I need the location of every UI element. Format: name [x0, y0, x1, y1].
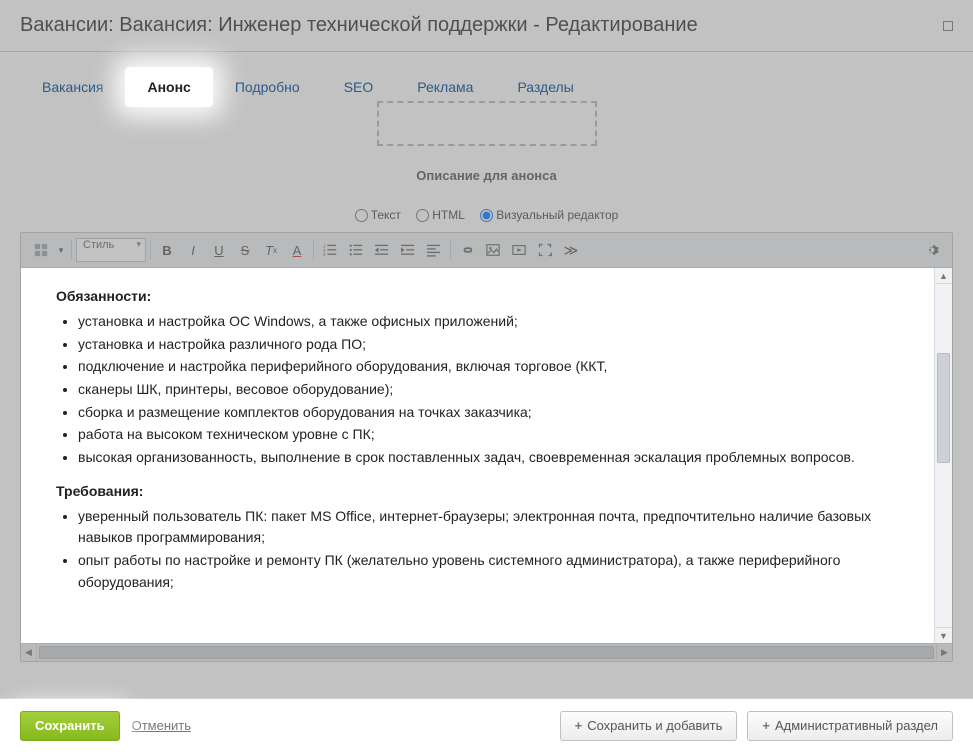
list-item: сборка и размещение комплектов оборудова… — [78, 402, 917, 424]
tab-ads[interactable]: Реклама — [395, 67, 495, 107]
scroll-thumb[interactable] — [937, 353, 950, 463]
editor-toolbar: ▾ Стиль B I U S Tx A 123 — [21, 233, 952, 268]
tab-seo[interactable]: SEO — [322, 67, 396, 107]
settings-icon[interactable] — [920, 238, 944, 262]
list-item: сканеры ШК, принтеры, весовое оборудован… — [78, 379, 917, 401]
list-item: подключение и настройка периферийного об… — [78, 356, 917, 378]
list-item: опыт работы по настройке и ремонту ПК (ж… — [78, 550, 917, 593]
svg-text:3: 3 — [323, 252, 326, 257]
admin-section-button[interactable]: Административный раздел — [747, 711, 953, 741]
list-item: установка и настройка ОС Windows, а такж… — [78, 311, 917, 333]
indent-icon[interactable] — [396, 238, 420, 262]
list-item: работа на высоком техническом уровне с П… — [78, 424, 917, 446]
list-item: установка и настройка различного рода ПО… — [78, 334, 917, 356]
save-button[interactable]: Сохранить — [20, 711, 120, 741]
tab-announce[interactable]: Анонс — [125, 67, 212, 107]
vertical-scrollbar[interactable]: ▲ ▼ — [934, 268, 952, 643]
mode-visual[interactable]: Визуальный редактор — [480, 208, 618, 222]
page-title: Вакансии: Вакансия: Инженер технической … — [20, 14, 698, 37]
footer-bar: Сохранить Отменить Сохранить и добавить … — [0, 698, 973, 752]
list-duties: установка и настройка ОС Windows, а такж… — [56, 311, 917, 469]
clear-format-icon[interactable]: Tx — [259, 238, 283, 262]
tab-sections[interactable]: Разделы — [495, 67, 595, 107]
editor-content[interactable]: Обязанности: установка и настройка ОС Wi… — [21, 268, 952, 643]
more-icon[interactable]: ≫ — [559, 238, 583, 262]
outdent-icon[interactable] — [370, 238, 394, 262]
ol-icon[interactable]: 123 — [318, 238, 342, 262]
strike-icon[interactable]: S — [233, 238, 257, 262]
fullscreen-icon[interactable] — [533, 238, 557, 262]
list-item: высокая организованность, выполнение в с… — [78, 447, 917, 469]
horizontal-scrollbar[interactable]: ◀ ▶ — [21, 643, 952, 661]
style-select[interactable]: Стиль — [76, 238, 146, 262]
tab-strip: Вакансия Анонс Подробно SEO Реклама Разд… — [20, 67, 953, 107]
bold-icon[interactable]: B — [155, 238, 179, 262]
font-color-icon[interactable]: A — [285, 238, 309, 262]
save-add-button[interactable]: Сохранить и добавить — [560, 711, 738, 741]
editor: ▾ Стиль B I U S Tx A 123 — [20, 232, 953, 662]
heading-duties: Обязанности: — [56, 288, 151, 304]
list-item: уверенный пользователь ПК: пакет MS Offi… — [78, 506, 917, 549]
editor-content-area[interactable]: Обязанности: установка и настройка ОС Wi… — [21, 268, 952, 643]
mode-html[interactable]: HTML — [416, 208, 465, 222]
ul-icon[interactable] — [344, 238, 368, 262]
components-dropdown-icon[interactable]: ▾ — [55, 238, 67, 262]
align-icon[interactable] — [422, 238, 446, 262]
link-icon[interactable] — [455, 238, 479, 262]
drop-zone[interactable] — [377, 101, 597, 146]
scroll-left-icon[interactable]: ◀ — [21, 644, 37, 661]
edit-window: Вакансии: Вакансия: Инженер технической … — [0, 0, 973, 752]
heading-requirements: Требования: — [56, 483, 143, 499]
mode-text[interactable]: Текст — [355, 208, 401, 222]
section-header: Описание для анонса — [20, 158, 953, 193]
titlebar: Вакансии: Вакансия: Инженер технической … — [0, 0, 973, 52]
scroll-up-icon[interactable]: ▲ — [935, 268, 952, 284]
image-icon[interactable] — [481, 238, 505, 262]
video-icon[interactable] — [507, 238, 531, 262]
tab-vacancy[interactable]: Вакансия — [20, 67, 125, 107]
italic-icon[interactable]: I — [181, 238, 205, 262]
tab-detail[interactable]: Подробно — [213, 67, 322, 107]
scroll-right-icon[interactable]: ▶ — [936, 644, 952, 661]
h-scroll-thumb[interactable] — [39, 646, 934, 659]
components-icon[interactable] — [29, 238, 53, 262]
expand-icon[interactable] — [943, 21, 953, 31]
cancel-button[interactable]: Отменить — [132, 718, 191, 733]
editor-mode-select: Текст HTML Визуальный редактор — [20, 208, 953, 222]
underline-icon[interactable]: U — [207, 238, 231, 262]
scroll-down-icon[interactable]: ▼ — [935, 627, 952, 643]
list-requirements: уверенный пользователь ПК: пакет MS Offi… — [56, 506, 917, 594]
